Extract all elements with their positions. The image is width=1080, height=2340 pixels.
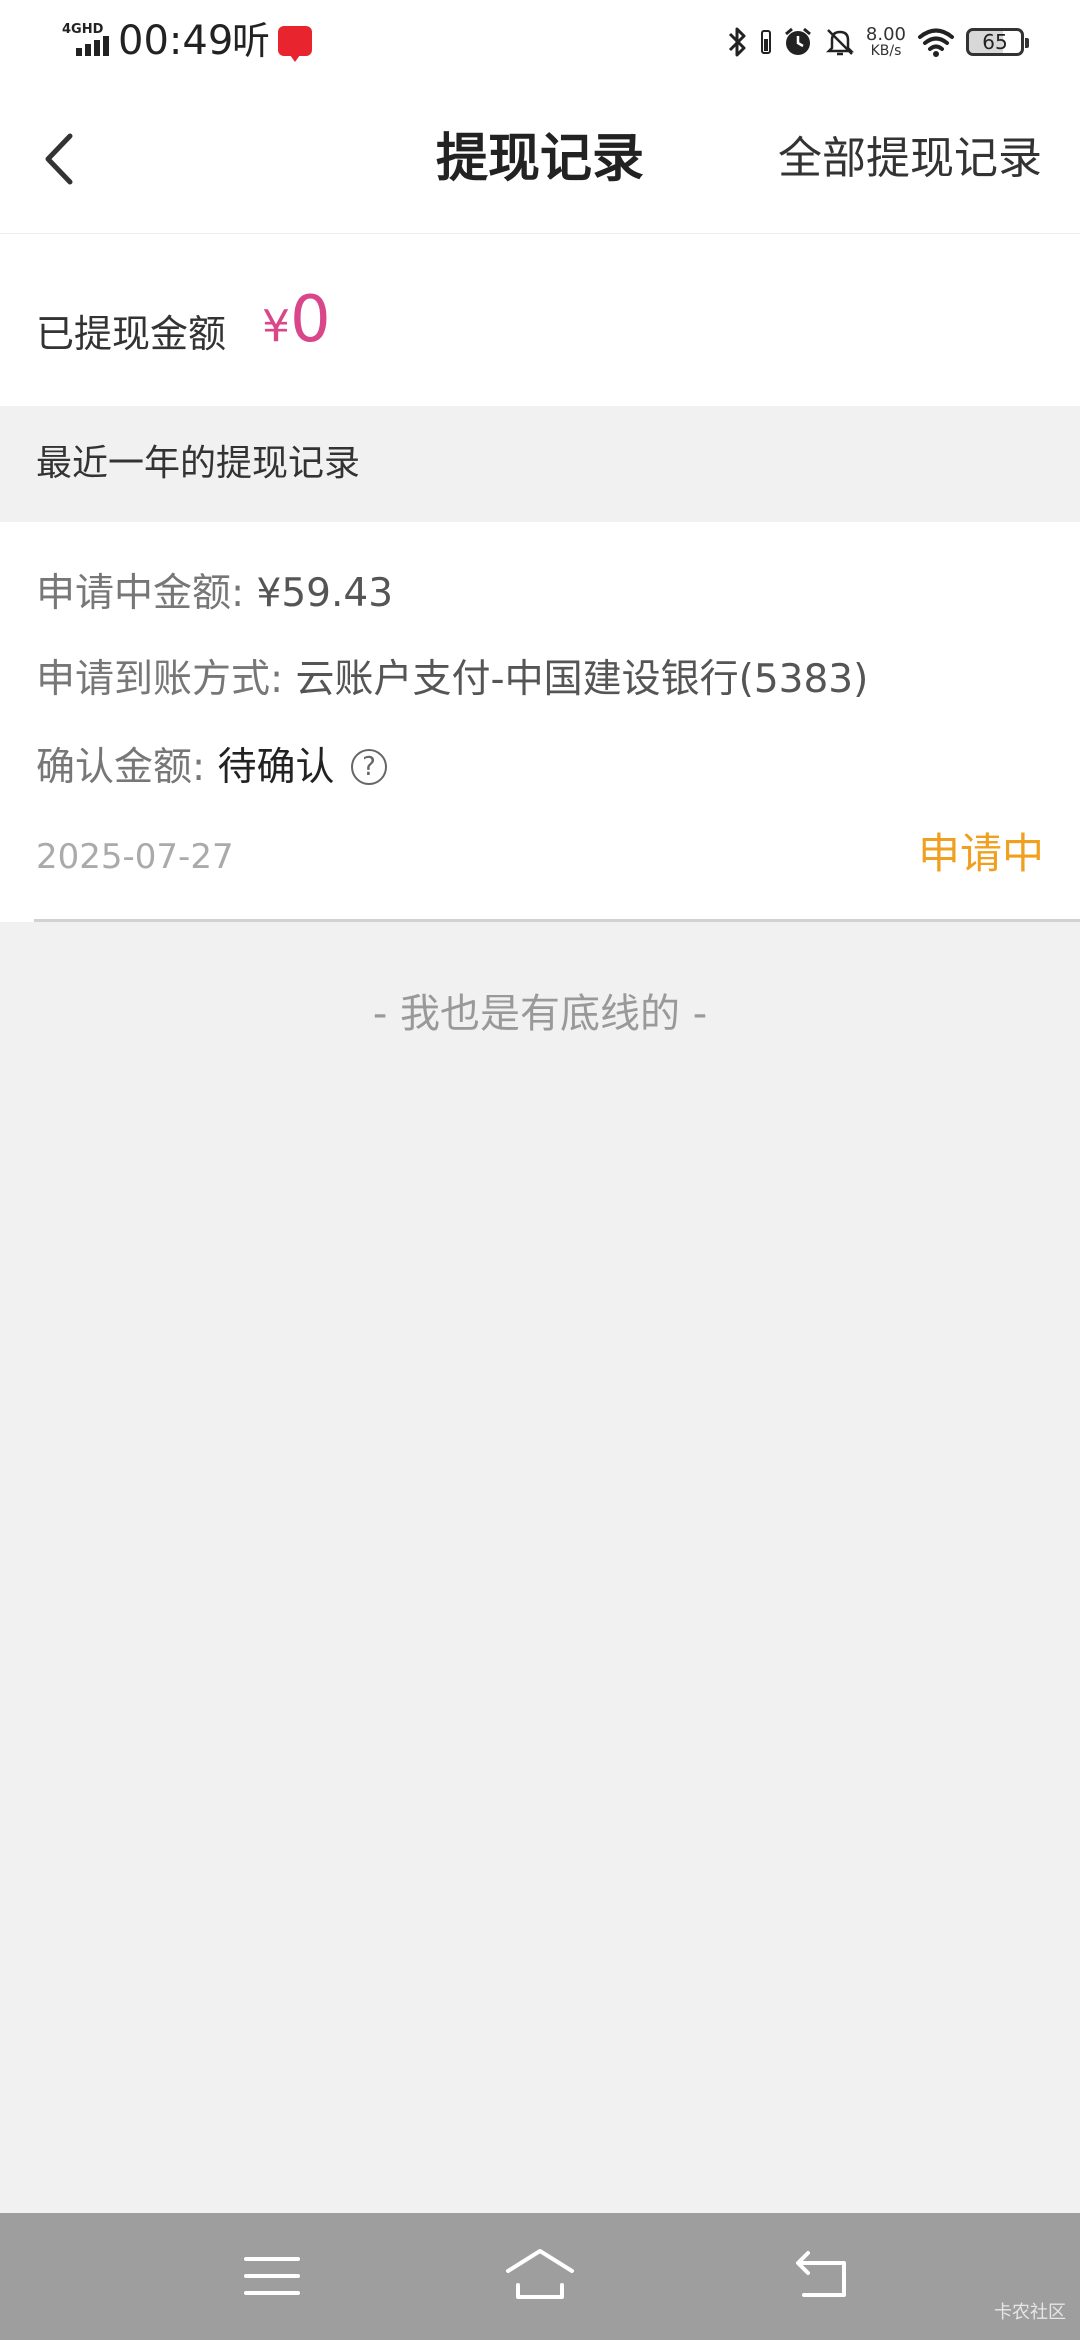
battery-level: 65 [982,30,1008,54]
nav-home-button[interactable] [500,2241,580,2311]
ting-label: 听 [232,19,271,63]
all-records-link[interactable]: 全部提现记录 [778,128,1042,190]
question-circle-icon[interactable]: ? [350,748,387,785]
menu-icon [244,2257,300,2295]
nav-menu-button[interactable] [232,2241,312,2311]
confirm-amount-row: 确认金额: 待确认 ? [36,740,387,796]
confirm-amount-value: 待确认 [217,745,335,790]
section-header: 最近一年的提现记录 [0,406,1080,522]
network-speed: 8.00 KB/s [865,23,906,59]
record-date: 2025-07-27 [36,837,234,877]
network-speed-unit: KB/s [870,42,902,59]
wifi-icon [916,26,956,58]
currency-symbol: ¥ [262,301,290,352]
record-status-badge: 申请中 [917,829,1044,878]
cellular-signal-icon: 4GHD [62,20,114,60]
payout-method-label: 申请到账方式: [36,657,284,702]
status-right-icons: 8.00 KB/s 65 [726,18,1029,66]
withdrawn-amount-value: ¥0 [262,284,331,372]
status-time: 00:49 [118,18,234,64]
network-speed-value: 8.00 [865,23,906,45]
record-divider [34,919,1080,922]
applying-amount-value: ¥59.43 [256,571,394,616]
applying-amount-label: 申请中金额: [36,571,245,616]
payout-method-value: 云账户支付-中国建设银行(5383) [295,657,869,702]
payout-method-row: 申请到账方式: 云账户支付-中国建设银行(5383) [36,652,868,708]
withdrawn-summary: 已提现金额 ¥0 [0,234,1080,406]
alarm-icon [782,26,814,58]
return-icon [796,2251,846,2297]
battery-small-icon [760,27,772,57]
section-title: 最近一年的提现记录 [36,443,361,484]
watermark: 卡农社区 [994,2302,1066,2323]
nav-back-button[interactable] [782,2241,862,2311]
nav-header: 提现记录 全部提现记录 [0,84,1080,234]
withdrawal-record-card[interactable]: 申请中金额: ¥59.43 申请到账方式: 云账户支付-中国建设银行(5383)… [0,522,1080,922]
network-type-label: 4GHD [62,22,104,37]
withdrawn-amount-label: 已提现金额 [36,312,227,356]
status-bar: 4GHD 00:49 听 8.00 KB/s 65 [0,0,1080,84]
app-notification-icon [278,26,312,62]
bluetooth-icon [726,24,750,60]
confirm-amount-label: 确认金额: [36,745,206,790]
mute-bell-icon [824,26,856,58]
applying-amount-row: 申请中金额: ¥59.43 [36,566,393,622]
battery-indicator: 65 [966,28,1029,56]
withdrawn-amount-number: 0 [290,283,331,357]
home-icon [506,2249,574,2299]
end-of-list-text: - 我也是有底线的 - [372,991,708,1037]
system-nav-bar: 卡农社区 [0,2213,1080,2340]
